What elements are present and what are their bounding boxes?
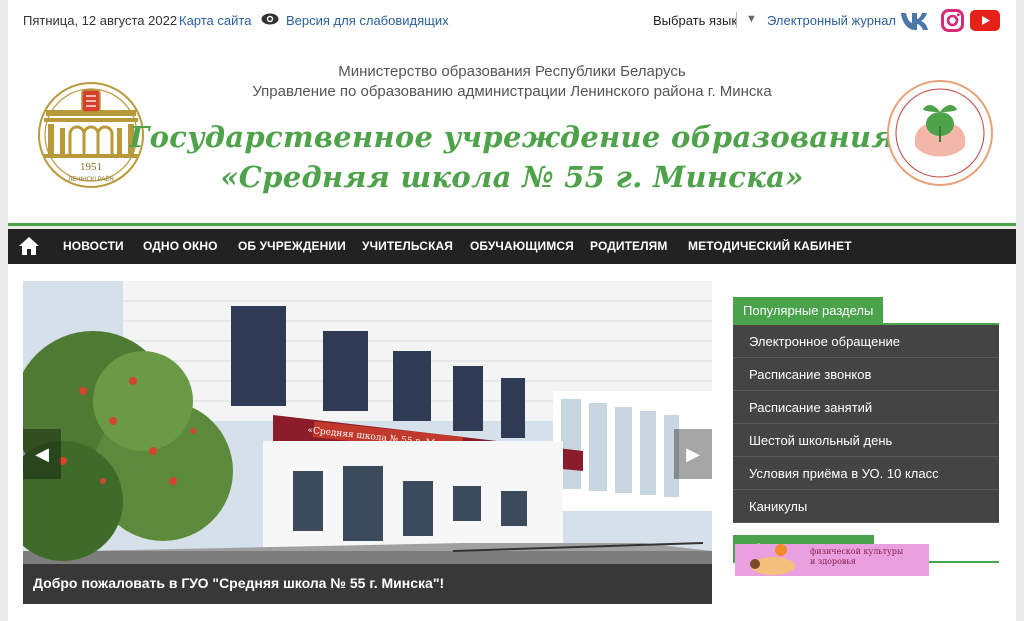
instagram-icon[interactable] xyxy=(941,9,964,32)
school-emblem[interactable] xyxy=(885,78,995,188)
banner-illustration xyxy=(750,544,795,575)
sidebar: Популярные разделы Электронное обращение… xyxy=(733,297,999,576)
popular-sections-menu: Электронное обращение Расписание звонков… xyxy=(733,325,999,523)
nav-methodical[interactable]: МЕТОДИЧЕСКИЙ КАБИНЕТ xyxy=(688,239,852,253)
popular-sections-title: Популярные разделы xyxy=(733,297,884,323)
ministry-title: Министерство образования Республики Бела… xyxy=(338,63,686,80)
banner-line2: и здоровья xyxy=(810,557,856,566)
top-bar: Пятница, 12 августа 2022 Карта сайта Вер… xyxy=(8,0,1016,40)
nav-about[interactable]: ОБ УЧРЕЖДЕНИИ xyxy=(238,239,346,253)
slider-next-button[interactable]: ▶ xyxy=(674,429,712,479)
eye-icon[interactable] xyxy=(261,12,279,26)
department-title: Управление по образованию администрации … xyxy=(252,83,772,100)
banner-text: физической культуры и здоровья xyxy=(810,547,903,567)
divider xyxy=(736,12,737,28)
current-date: Пятница, 12 августа 2022 xyxy=(23,13,178,28)
school-title-line2: «Средняя школа № 55 г. Минска» xyxy=(220,160,804,194)
slider-prev-button[interactable]: ◀ xyxy=(23,429,61,479)
chevron-right-icon: ▶ xyxy=(686,444,700,464)
vk-icon[interactable] xyxy=(900,9,930,32)
slide-caption: Добро пожаловать в ГУО "Средняя школа № … xyxy=(23,564,712,604)
e-journal-link[interactable]: Электронный журнал xyxy=(767,13,896,28)
dropdown-arrow-icon[interactable]: ▼ xyxy=(746,13,757,25)
school-title-line1: Государственное учреждение образования xyxy=(129,120,895,154)
language-select[interactable]: Выбрать язык xyxy=(653,13,737,28)
menu-item-holidays[interactable]: Каникулы xyxy=(733,490,999,523)
menu-item-admission[interactable]: Условия приёма в УО. 10 класс xyxy=(733,457,999,490)
low-vision-link[interactable]: Версия для слабовидящих xyxy=(286,13,449,28)
image-slider[interactable]: «Средняя школа № 55 г. Минска» ◀ ▶ Добро… xyxy=(23,281,712,604)
nav-students[interactable]: ОБУЧАЮЩИМСЯ xyxy=(470,239,574,253)
site-header: 1951 ЛЕНІНСКІ РАЁН Министерство образова… xyxy=(8,40,1016,226)
main-content: «Средняя школа № 55 г. Минска» ◀ ▶ Добро… xyxy=(8,264,1016,621)
chevron-left-icon: ◀ xyxy=(35,444,49,464)
nav-one-window[interactable]: ОДНО ОКНО xyxy=(143,239,218,253)
menu-item-sixth-day[interactable]: Шестой школьный день xyxy=(733,424,999,457)
nav-news[interactable]: НОВОСТИ xyxy=(63,239,124,253)
school-photo: «Средняя школа № 55 г. Минска» xyxy=(23,281,712,604)
youtube-icon[interactable] xyxy=(970,9,1000,32)
main-navigation: НОВОСТИ ОДНО ОКНО ОБ УЧРЕЖДЕНИИ УЧИТЕЛЬС… xyxy=(8,229,1016,264)
nav-teachers[interactable]: УЧИТЕЛЬСКАЯ xyxy=(362,239,453,253)
sitemap-link[interactable]: Карта сайта xyxy=(179,13,251,28)
menu-item-class-schedule[interactable]: Расписание занятий xyxy=(733,391,999,424)
nav-parents[interactable]: РОДИТЕЛЯМ xyxy=(590,239,667,253)
menu-item-bell-schedule[interactable]: Расписание звонков xyxy=(733,358,999,391)
menu-item-e-appeal[interactable]: Электронное обращение xyxy=(733,325,999,358)
promo-banner[interactable]: физической культуры и здоровья xyxy=(735,544,929,576)
home-icon[interactable] xyxy=(18,235,40,257)
banner-line1: физической культуры xyxy=(810,547,904,556)
page: Пятница, 12 августа 2022 Карта сайта Вер… xyxy=(0,0,1024,621)
